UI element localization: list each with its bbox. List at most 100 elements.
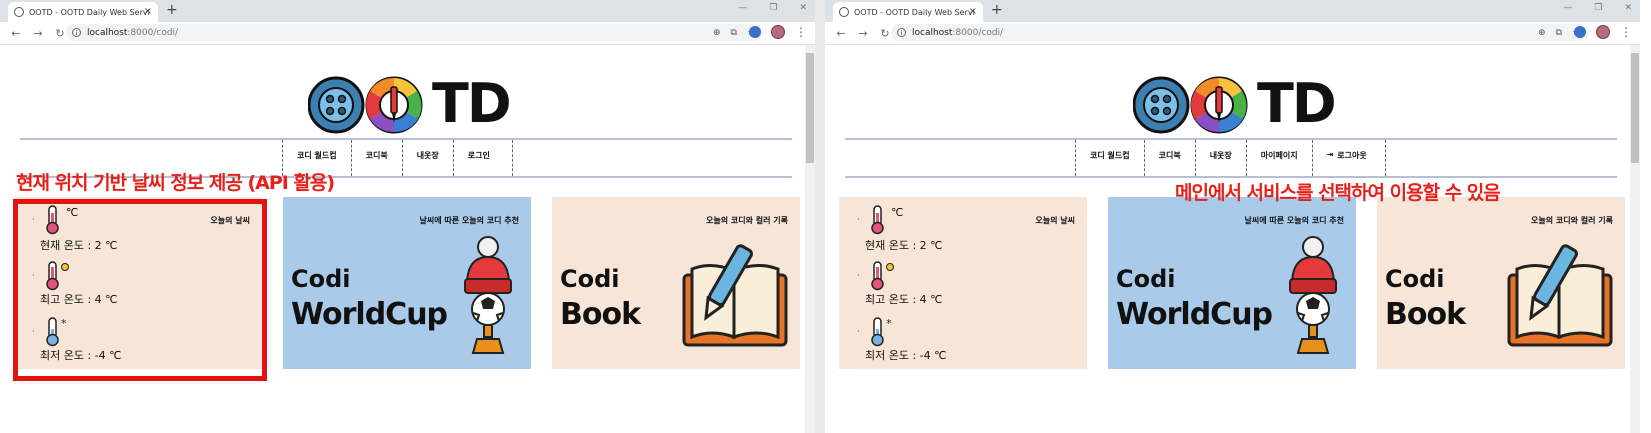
nav-codi-worldcup[interactable]: 코디 월드컵 — [1075, 140, 1144, 176]
url-path: :8000/codi/ — [127, 27, 179, 38]
close-icon[interactable]: ✕ — [799, 3, 807, 13]
trophy-beanie-icon — [464, 236, 512, 354]
codibook-line1: Codi — [560, 265, 620, 293]
restore-icon[interactable]: ❐ — [1594, 3, 1602, 13]
nav-codibook[interactable]: 코디북 — [1143, 140, 1195, 176]
worldcup-title: 날씨에 따른 오늘의 코디 추천 — [419, 216, 519, 225]
globe-icon — [14, 7, 24, 17]
page-viewport: TD 코디 월드컵 코디북 내옷장 마이페이지 ⇥로그아웃 오늘의 날씨 · — [825, 45, 1640, 433]
url-bar[interactable]: i localhost:8000/codi/ ⊕ ⧉ ☆ — [66, 24, 763, 41]
nav-closet[interactable]: 내옷장 — [401, 140, 453, 176]
codibook-title: 오늘의 코디와 컬러 기록 — [706, 216, 788, 225]
nav-mypage[interactable]: 마이페이지 — [1245, 140, 1312, 176]
nav-logout[interactable]: ⇥ 로그아웃 — [1311, 140, 1386, 176]
translate-icon[interactable]: ⧉ — [730, 28, 736, 38]
url-path: :8000/codi/ — [952, 27, 1004, 38]
celsius-label: ℃ — [891, 206, 904, 219]
annotation-service-select: 메인에서 서비스를 선택하여 이용할 수 있음 — [1175, 182, 1501, 204]
codibook-card[interactable]: 오늘의 코디와 컬러 기록 Codi Book — [552, 197, 800, 369]
forward-icon[interactable]: → — [32, 27, 44, 40]
window-controls: — ❐ ✕ — [738, 3, 807, 13]
nav-login[interactable]: 로그인 — [452, 140, 513, 176]
back-icon[interactable]: ← — [835, 27, 847, 40]
codibook-card[interactable]: 오늘의 코디와 컬러 기록 Codi Book — [1377, 197, 1625, 369]
close-icon[interactable]: ✕ — [1624, 3, 1632, 13]
nav-closet[interactable]: 내옷장 — [1194, 140, 1246, 176]
tab-close-button[interactable]: × — [144, 6, 152, 17]
worldcup-card[interactable]: 날씨에 따른 오늘의 코디 추천 Codi WorldCup — [283, 197, 531, 369]
window-controls: — ❐ ✕ — [1563, 3, 1632, 13]
annotation-highlight-box — [13, 199, 267, 381]
nav-logout-label: 로그아웃 — [1337, 151, 1367, 160]
page-scrollbar[interactable] — [805, 45, 815, 433]
worldcup-line2: WorldCup — [291, 297, 448, 332]
scrollbar-thumb[interactable] — [1631, 53, 1639, 163]
address-toolbar: ← → ↻ i localhost:8000/codi/ ⊕ ⧉ ☆ ⋮ — [825, 22, 1640, 45]
address-toolbar: ← → ↻ i localhost:8000/codi/ ⊕ ⧉ ☆ ⋮ — [0, 22, 815, 45]
page-scrollbar[interactable] — [1630, 45, 1640, 433]
translate-icon[interactable]: ⧉ — [1555, 28, 1561, 38]
tab-strip: OOTD - OOTD Daily Web Servi × + — ❐ ✕ — [825, 0, 1640, 22]
nav-codibook[interactable]: 코디북 — [350, 140, 402, 176]
codibook-line2: Book — [1385, 297, 1466, 332]
extension-icon[interactable] — [749, 26, 761, 38]
location-icon[interactable]: ⊕ — [1538, 28, 1546, 38]
reload-icon[interactable]: ↻ — [879, 27, 891, 40]
tab-close-button[interactable]: × — [969, 6, 977, 17]
forward-icon[interactable]: → — [857, 27, 869, 40]
codibook-line2: Book — [560, 297, 641, 332]
profile-avatar[interactable] — [1596, 25, 1610, 39]
worldcup-line2: WorldCup — [1116, 297, 1273, 332]
worldcup-card[interactable]: 날씨에 따른 오늘의 코디 추천 Codi WorldCup — [1108, 197, 1356, 369]
logo-text[interactable]: TD — [1257, 75, 1337, 133]
trophy-beanie-icon — [1289, 236, 1337, 354]
weather-card: 오늘의 날씨 · ℃ 현재 온도 : 2 ℃ · 최고 온도: 4 ℃ · *… — [839, 197, 1087, 369]
profile-avatar[interactable] — [771, 25, 785, 39]
tab-title: OOTD - OOTD Daily Web Servi — [854, 7, 975, 17]
minimize-icon[interactable]: — — [738, 3, 747, 13]
sign-out-icon: ⇥ — [1326, 150, 1334, 159]
browser-tab[interactable]: OOTD - OOTD Daily Web Servi × — [833, 2, 983, 22]
url-host: localhost — [87, 27, 128, 38]
worldcup-line1: Codi — [1116, 265, 1176, 293]
minimize-icon[interactable]: — — [1563, 3, 1572, 13]
annotation-weather-api: 현재 위치 기반 날씨 정보 제공 (API 활용) — [16, 172, 335, 194]
menu-kebab-icon[interactable]: ⋮ — [795, 25, 807, 39]
worldcup-title: 날씨에 따른 오늘의 코디 추천 — [1244, 216, 1344, 225]
color-wheel-icon — [1190, 76, 1248, 134]
button-icon — [1133, 76, 1190, 134]
info-icon[interactable]: i — [72, 28, 81, 37]
button-icon — [308, 76, 365, 134]
main-nav: 코디 월드컵 코디북 내옷장 마이페이지 ⇥ 로그아웃 — [845, 138, 1617, 178]
low-temp: 최저 온도 : -4 ℃ — [865, 349, 947, 362]
svg-text:*: * — [886, 317, 892, 330]
location-icon[interactable]: ⊕ — [713, 28, 721, 38]
back-icon[interactable]: ← — [10, 27, 22, 40]
current-temp: 현재 온도 : 2 ℃ — [865, 239, 943, 252]
window-divider — [815, 0, 825, 433]
worldcup-line1: Codi — [291, 265, 351, 293]
high-temp: 최고 온도 : 4 ℃ — [865, 293, 943, 306]
browser-window-right: OOTD - OOTD Daily Web Servi × + — ❐ ✕ ← … — [825, 0, 1640, 433]
thermometer-hot-icon — [871, 261, 894, 291]
color-wheel-icon — [365, 76, 423, 134]
notebook-pen-icon — [1507, 244, 1613, 347]
reload-icon[interactable]: ↻ — [54, 27, 66, 40]
scrollbar-thumb[interactable] — [806, 53, 814, 163]
thermometer-cold-icon: * — [871, 317, 892, 347]
browser-tab[interactable]: OOTD - OOTD Daily Web Servi × — [8, 2, 158, 22]
extension-icon[interactable] — [1574, 26, 1586, 38]
tab-strip: OOTD - OOTD Daily Web Servi × + — ❐ ✕ — [0, 0, 815, 22]
url-bar[interactable]: i localhost:8000/codi/ ⊕ ⧉ ☆ — [891, 24, 1588, 41]
new-tab-button[interactable]: + — [166, 2, 178, 18]
url-host: localhost — [912, 27, 953, 38]
new-tab-button[interactable]: + — [991, 2, 1003, 18]
weather-title: 오늘의 날씨 — [1035, 216, 1075, 225]
menu-kebab-icon[interactable]: ⋮ — [1620, 25, 1632, 39]
codibook-title: 오늘의 코디와 컬러 기록 — [1531, 216, 1613, 225]
logo-text[interactable]: TD — [432, 75, 512, 133]
restore-icon[interactable]: ❐ — [769, 3, 777, 13]
info-icon[interactable]: i — [897, 28, 906, 37]
notebook-pen-icon — [682, 244, 788, 347]
tab-title: OOTD - OOTD Daily Web Servi — [29, 7, 150, 17]
